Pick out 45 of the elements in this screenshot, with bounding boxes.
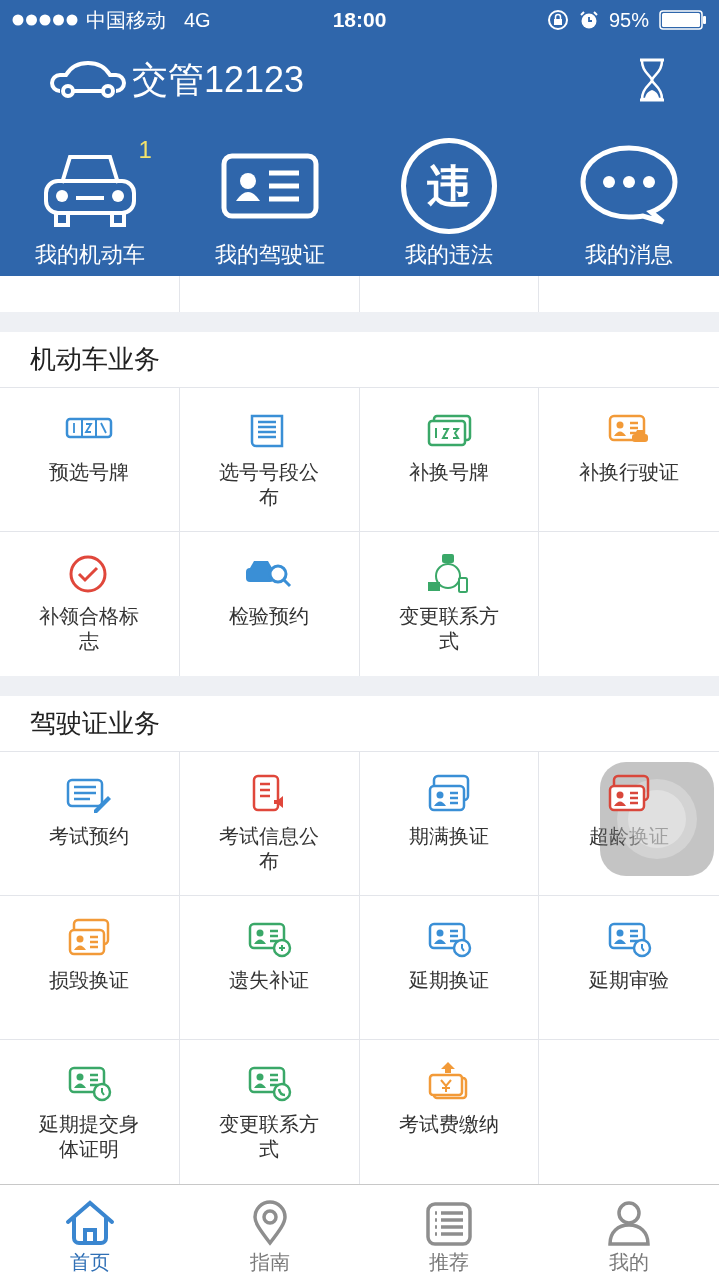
user-icon [607, 1200, 652, 1246]
service-tile[interactable]: 补换行驶证 [539, 388, 719, 531]
quick-action-button[interactable]: 违 我的违法 [359, 120, 540, 276]
network-type: 4G [184, 8, 211, 33]
tab-button[interactable]: 我的 [539, 1185, 719, 1280]
service-tile[interactable]: 变更联系方式 [179, 1040, 359, 1184]
carrier-name: 中国移动 [86, 8, 166, 33]
section-title: 驾驶证业务 [30, 707, 160, 740]
service-tile[interactable]: 遗失补证 [179, 896, 359, 1039]
service-tile[interactable]: 期满换证 [359, 752, 539, 895]
battery-icon [659, 10, 707, 30]
id-card-icon [220, 153, 319, 219]
service-tile[interactable]: 损毁换证 [0, 896, 179, 1039]
tab-button[interactable]: 首页 [0, 1185, 180, 1280]
service-tile[interactable]: 延期审验 [539, 896, 719, 1039]
clock-time: 18:00 [332, 7, 387, 34]
service-tile[interactable]: 超龄换证 [539, 752, 719, 895]
service-tile[interactable]: 补领合格标志 [0, 532, 179, 676]
service-tile[interactable]: 检验预约 [179, 532, 359, 676]
service-tile[interactable]: 选号号段公布 [179, 388, 359, 531]
battery-percent: 95% [608, 8, 649, 33]
service-tile[interactable]: 延期提交身体证明 [0, 1040, 179, 1184]
service-tile[interactable]: 变更联系方式 [359, 532, 539, 676]
count-label: 1 [138, 138, 152, 162]
home-icon [63, 1200, 116, 1246]
service-tile[interactable]: 考试信息公布 [179, 752, 359, 895]
tab-button[interactable]: 指南 [179, 1185, 360, 1280]
service-tile[interactable]: 延期换证 [359, 896, 539, 1039]
list-icon [426, 1202, 473, 1246]
service-tile[interactable]: 补换号牌 [359, 388, 539, 531]
service-tile[interactable]: 考试费缴纳 [359, 1040, 539, 1184]
tab-button[interactable]: 推荐 [359, 1185, 540, 1280]
quick-action-button[interactable]: 我的消息 [539, 120, 719, 276]
section-title: 机动车业务 [30, 343, 160, 376]
quick-action-button[interactable]: 1 我的机动车 [0, 120, 180, 276]
service-tile[interactable]: 考试预约 [0, 752, 179, 895]
service-tile[interactable]: 预选号牌 [0, 388, 179, 531]
alarm-icon [578, 10, 599, 30]
location-pin-icon [251, 1200, 288, 1246]
car-logo-icon [50, 61, 126, 99]
signal-icon [12, 14, 78, 26]
rotation-lock-icon [546, 9, 569, 31]
app-title: 交管12123 [132, 62, 306, 98]
quick-action-button[interactable]: 我的驾驶证 [179, 120, 360, 276]
violation-icon: 违 [401, 138, 498, 234]
